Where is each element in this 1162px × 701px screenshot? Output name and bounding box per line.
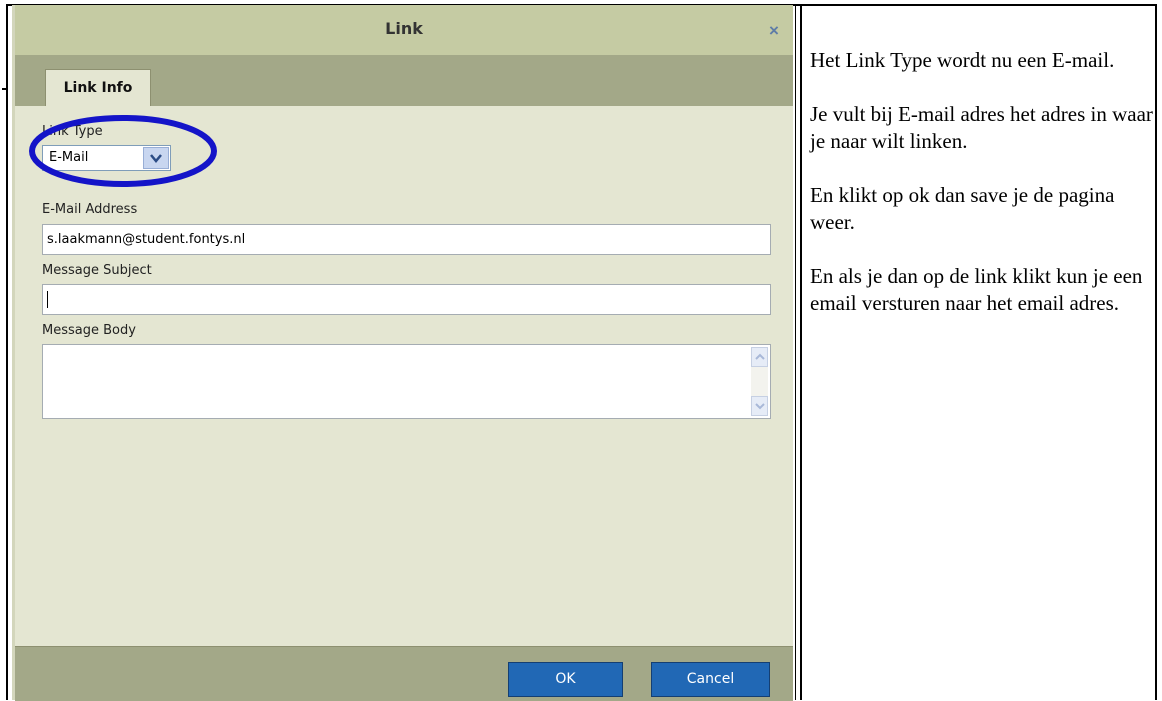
message-subject-label: Message Subject	[42, 263, 152, 278]
note-paragraph: Het Link Type wordt nu een E-mail.	[810, 48, 1115, 72]
note-paragraph: En klikt op ok dan save je de pagina wee…	[810, 183, 1115, 234]
dialog-footer: OK Cancel	[15, 646, 793, 701]
message-body-field[interactable]	[42, 344, 771, 419]
link-dialog: Link × Link Info Link Type E-Mail E-Mail…	[12, 5, 793, 701]
link-type-label: Link Type	[42, 124, 103, 139]
message-body-label: Message Body	[42, 323, 136, 338]
table-right-border	[1155, 4, 1157, 700]
dialog-titlebar: Link ×	[15, 5, 793, 55]
table-column-divider	[800, 4, 802, 700]
scroll-down-icon[interactable]	[751, 396, 768, 416]
email-address-field[interactable]: s.laakmann@student.fontys.nl	[42, 224, 771, 255]
scroll-up-icon[interactable]	[751, 347, 768, 367]
table-inner-border	[795, 4, 796, 700]
note-paragraph: Je vult bij E-mail adres het adres in wa…	[810, 102, 1153, 153]
ok-button[interactable]: OK	[508, 662, 623, 697]
body-scrollbar[interactable]	[751, 347, 768, 416]
note-paragraph: En als je dan op de link klikt kun je ee…	[810, 264, 1143, 315]
tab-link-info[interactable]: Link Info	[45, 69, 151, 106]
close-icon[interactable]: ×	[765, 22, 783, 40]
link-type-value: E-Mail	[49, 150, 89, 165]
chevron-down-icon[interactable]	[143, 147, 169, 169]
tab-bar: Link Info	[15, 55, 793, 106]
text-caret	[47, 291, 48, 308]
dialog-title: Link	[385, 19, 423, 38]
message-subject-field[interactable]	[42, 284, 771, 315]
link-type-select[interactable]: E-Mail	[42, 145, 171, 171]
email-address-label: E-Mail Address	[42, 202, 138, 217]
table-left-mark	[2, 88, 7, 90]
instruction-notes: Het Link Type wordt nu een E-mail. Je vu…	[810, 47, 1155, 344]
cancel-button[interactable]: Cancel	[651, 662, 770, 697]
